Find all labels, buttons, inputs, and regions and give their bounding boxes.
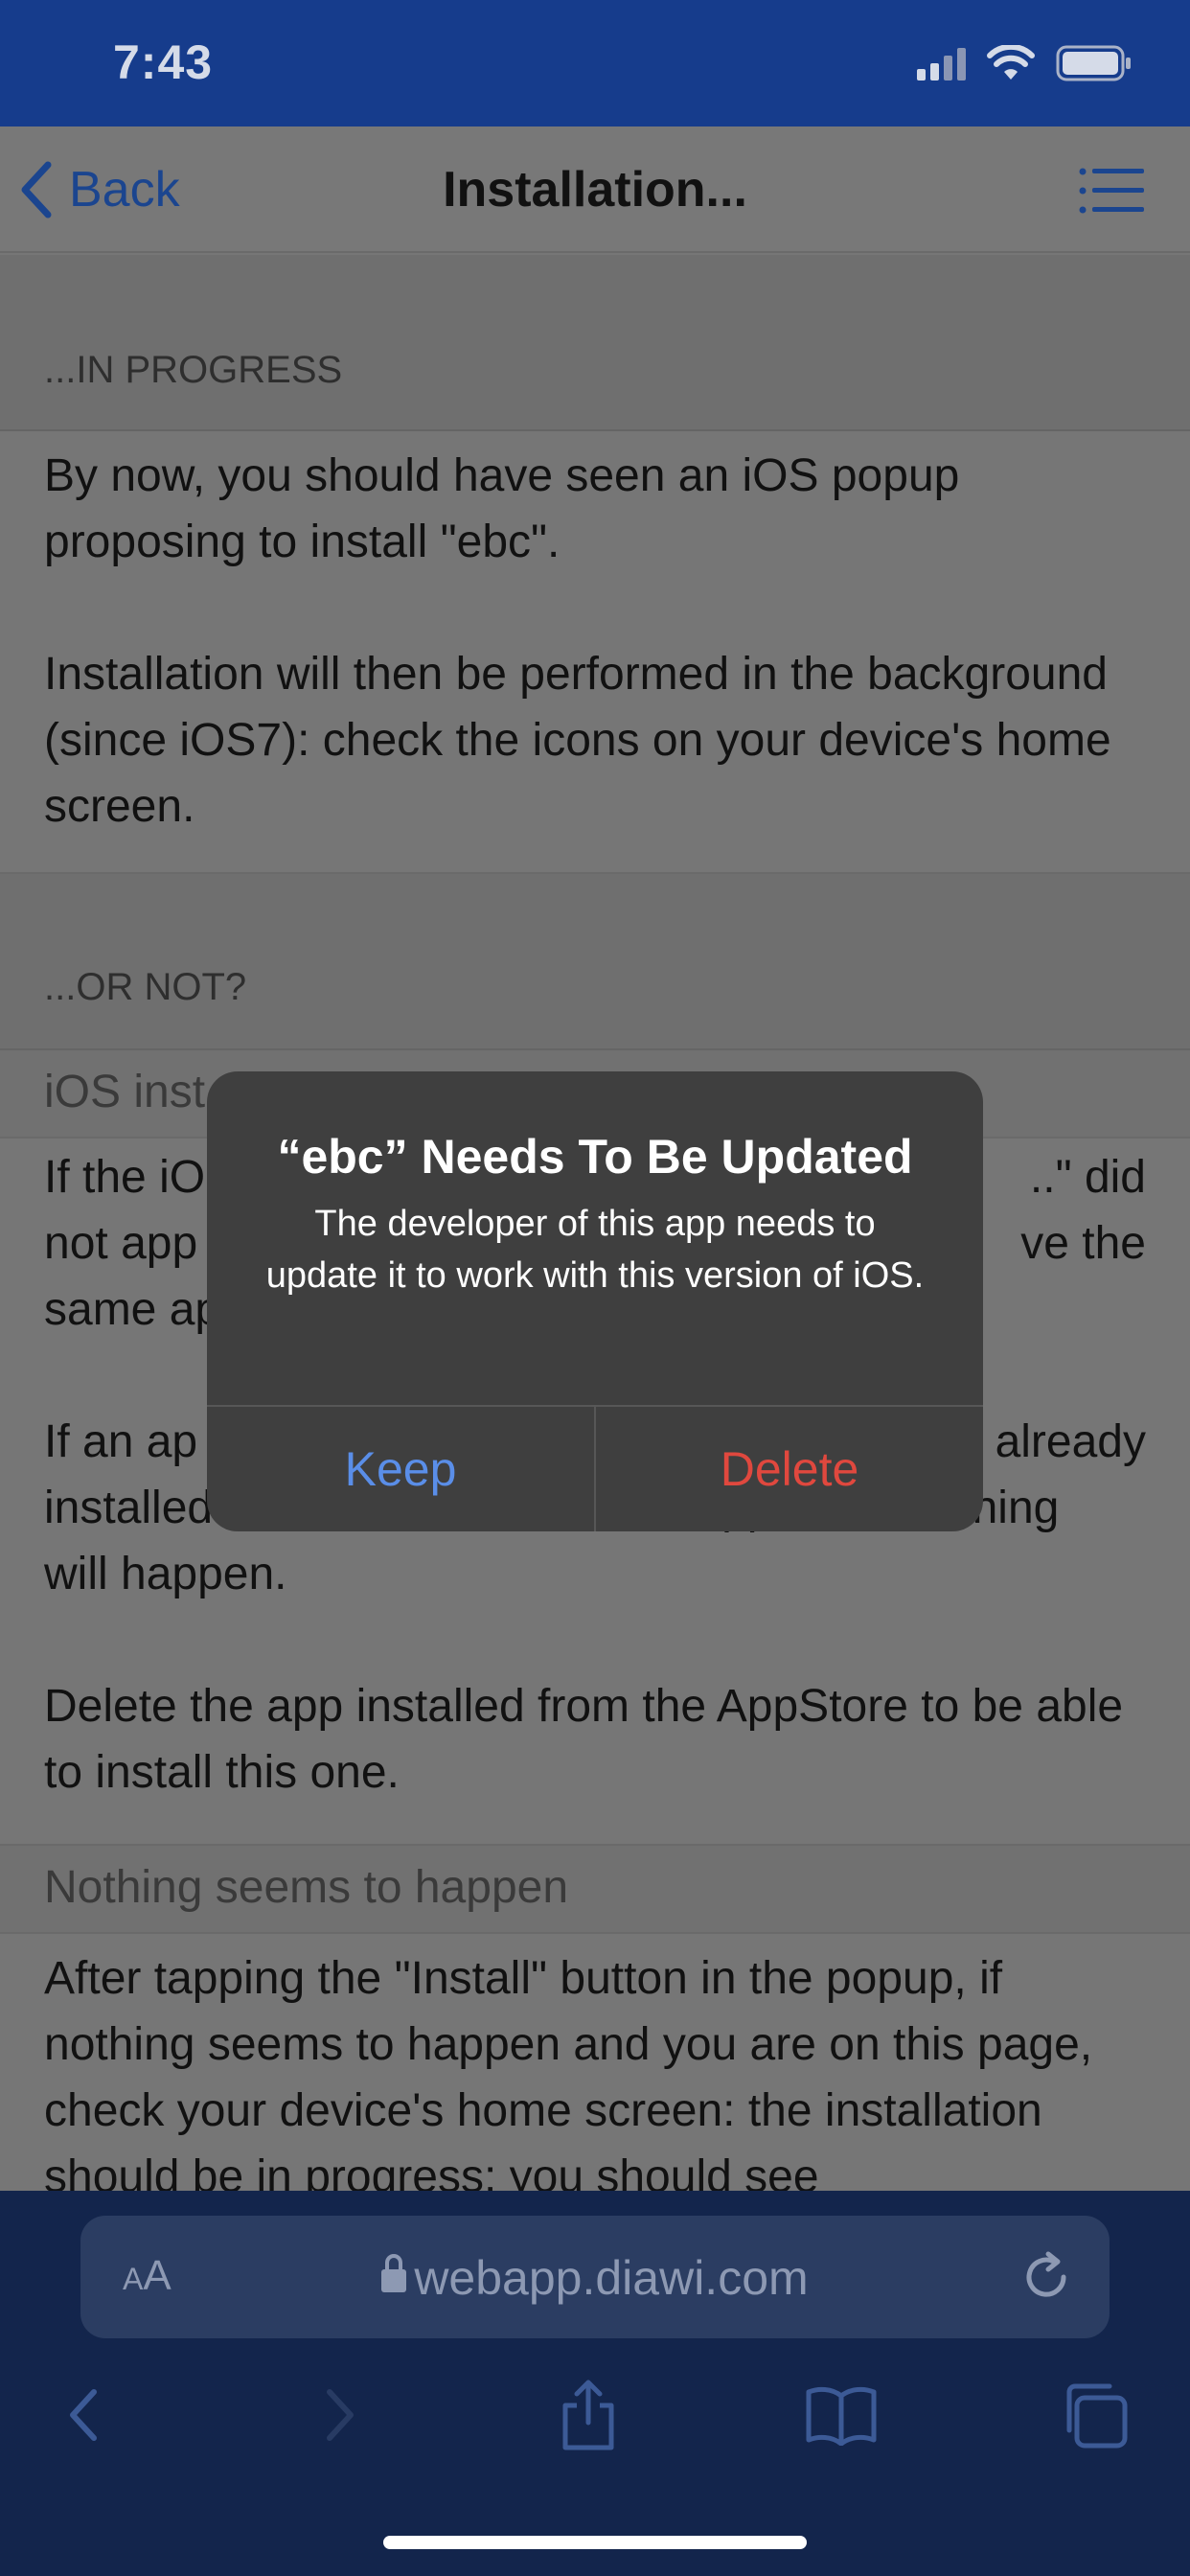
text-fragment: If an ap [44,1416,198,1467]
list-icon[interactable] [1079,167,1144,215]
section-spacer [0,255,1190,339]
back-arrow-icon[interactable] [44,2377,121,2453]
forward-arrow-icon[interactable] [303,2377,379,2453]
share-icon[interactable] [550,2377,627,2453]
section-header: ...IN PROGRESS [0,339,1190,431]
status-icons [917,42,1133,84]
status-time: 7:43 [113,35,214,89]
status-bar: 7:43 [0,0,1190,126]
text-line: will happen. [44,1549,287,1599]
subheader: Nothing seems to happen [0,1846,1190,1934]
address-bar[interactable]: AA webapp.diawi.com [80,2216,1110,2338]
home-indicator[interactable] [383,2536,807,2549]
text-fragment: ve the [1020,1218,1146,1269]
battery-icon [1056,45,1131,81]
tabs-icon[interactable] [1056,2377,1133,2453]
text-fragment: .." did [1029,1152,1146,1203]
navigation-bar: Back Installation... [0,126,1190,253]
section-spacer [0,874,1190,960]
text-block: After tapping the "Install" button in th… [0,1934,1190,2191]
alert-title: “ebc” Needs To Be Updated [277,1130,913,1184]
update-alert-dialog: “ebc” Needs To Be Updated The developer … [207,1071,983,1531]
lock-icon [381,2254,407,2292]
text-fragment: already [995,1416,1146,1467]
url-display[interactable]: webapp.diawi.com [80,2250,1110,2306]
paragraph: By now, you should have seen an iOS popu… [44,450,960,567]
text-fragment: If the iO [44,1152,206,1203]
page-title: Installation... [443,162,747,218]
text-block: By now, you should have seen an iOS popu… [0,431,1190,874]
section-header: ...OR NOT? [0,960,1190,1050]
browser-toolbar: AA webapp.diawi.com [0,2191,1190,2576]
paragraph: Delete the app installed from the AppSto… [44,1681,1124,1798]
keep-button[interactable]: Keep [207,1407,594,1531]
paragraph: After tapping the "Install" button in th… [44,1953,1093,2191]
signal-icon [917,46,966,80]
text-fragment: same ap [44,1284,221,1335]
delete-button[interactable]: Delete [596,1407,983,1531]
url-text: webapp.diawi.com [414,2251,809,2305]
text-fragment: not app [44,1218,198,1269]
reload-icon[interactable] [1018,2248,1075,2306]
bookmarks-icon[interactable] [803,2377,880,2453]
wifi-icon [987,45,1035,80]
paragraph: Installation will then be performed in t… [44,649,1111,832]
alert-message: The developer of this app needs to updat… [265,1204,925,1296]
